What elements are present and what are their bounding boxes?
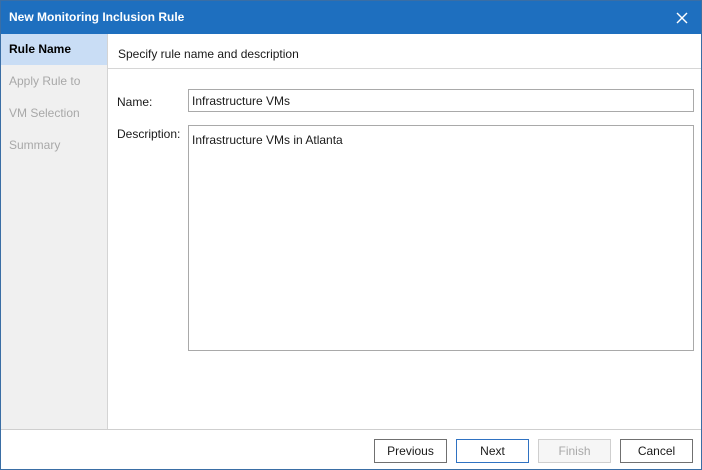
name-input[interactable]	[188, 89, 694, 112]
step-header: Specify rule name and description	[108, 34, 701, 69]
wizard-dialog: New Monitoring Inclusion Rule Rule Name …	[0, 0, 702, 470]
name-label: Name:	[117, 95, 153, 109]
next-button[interactable]: Next	[456, 439, 529, 463]
step-content: Specify rule name and description Name: …	[108, 34, 701, 429]
description-label: Description:	[117, 127, 181, 141]
dialog-title: New Monitoring Inclusion Rule	[9, 10, 185, 24]
wizard-footer: Previous Next Finish Cancel	[1, 429, 701, 469]
previous-button[interactable]: Previous	[374, 439, 447, 463]
wizard-steps-sidebar: Rule Name Apply Rule to VM Selection Sum…	[1, 34, 108, 429]
step-vm-selection: VM Selection	[9, 106, 80, 120]
description-textarea[interactable]: Infrastructure VMs in Atlanta	[188, 125, 694, 351]
close-icon[interactable]	[671, 7, 693, 29]
step-apply-rule-to: Apply Rule to	[9, 74, 81, 88]
step-subtitle: Specify rule name and description	[118, 47, 299, 61]
step-summary: Summary	[9, 138, 61, 152]
cancel-button[interactable]: Cancel	[620, 439, 693, 463]
title-bar: New Monitoring Inclusion Rule	[1, 1, 701, 34]
finish-button: Finish	[538, 439, 611, 463]
step-rule-name[interactable]: Rule Name	[1, 34, 107, 65]
